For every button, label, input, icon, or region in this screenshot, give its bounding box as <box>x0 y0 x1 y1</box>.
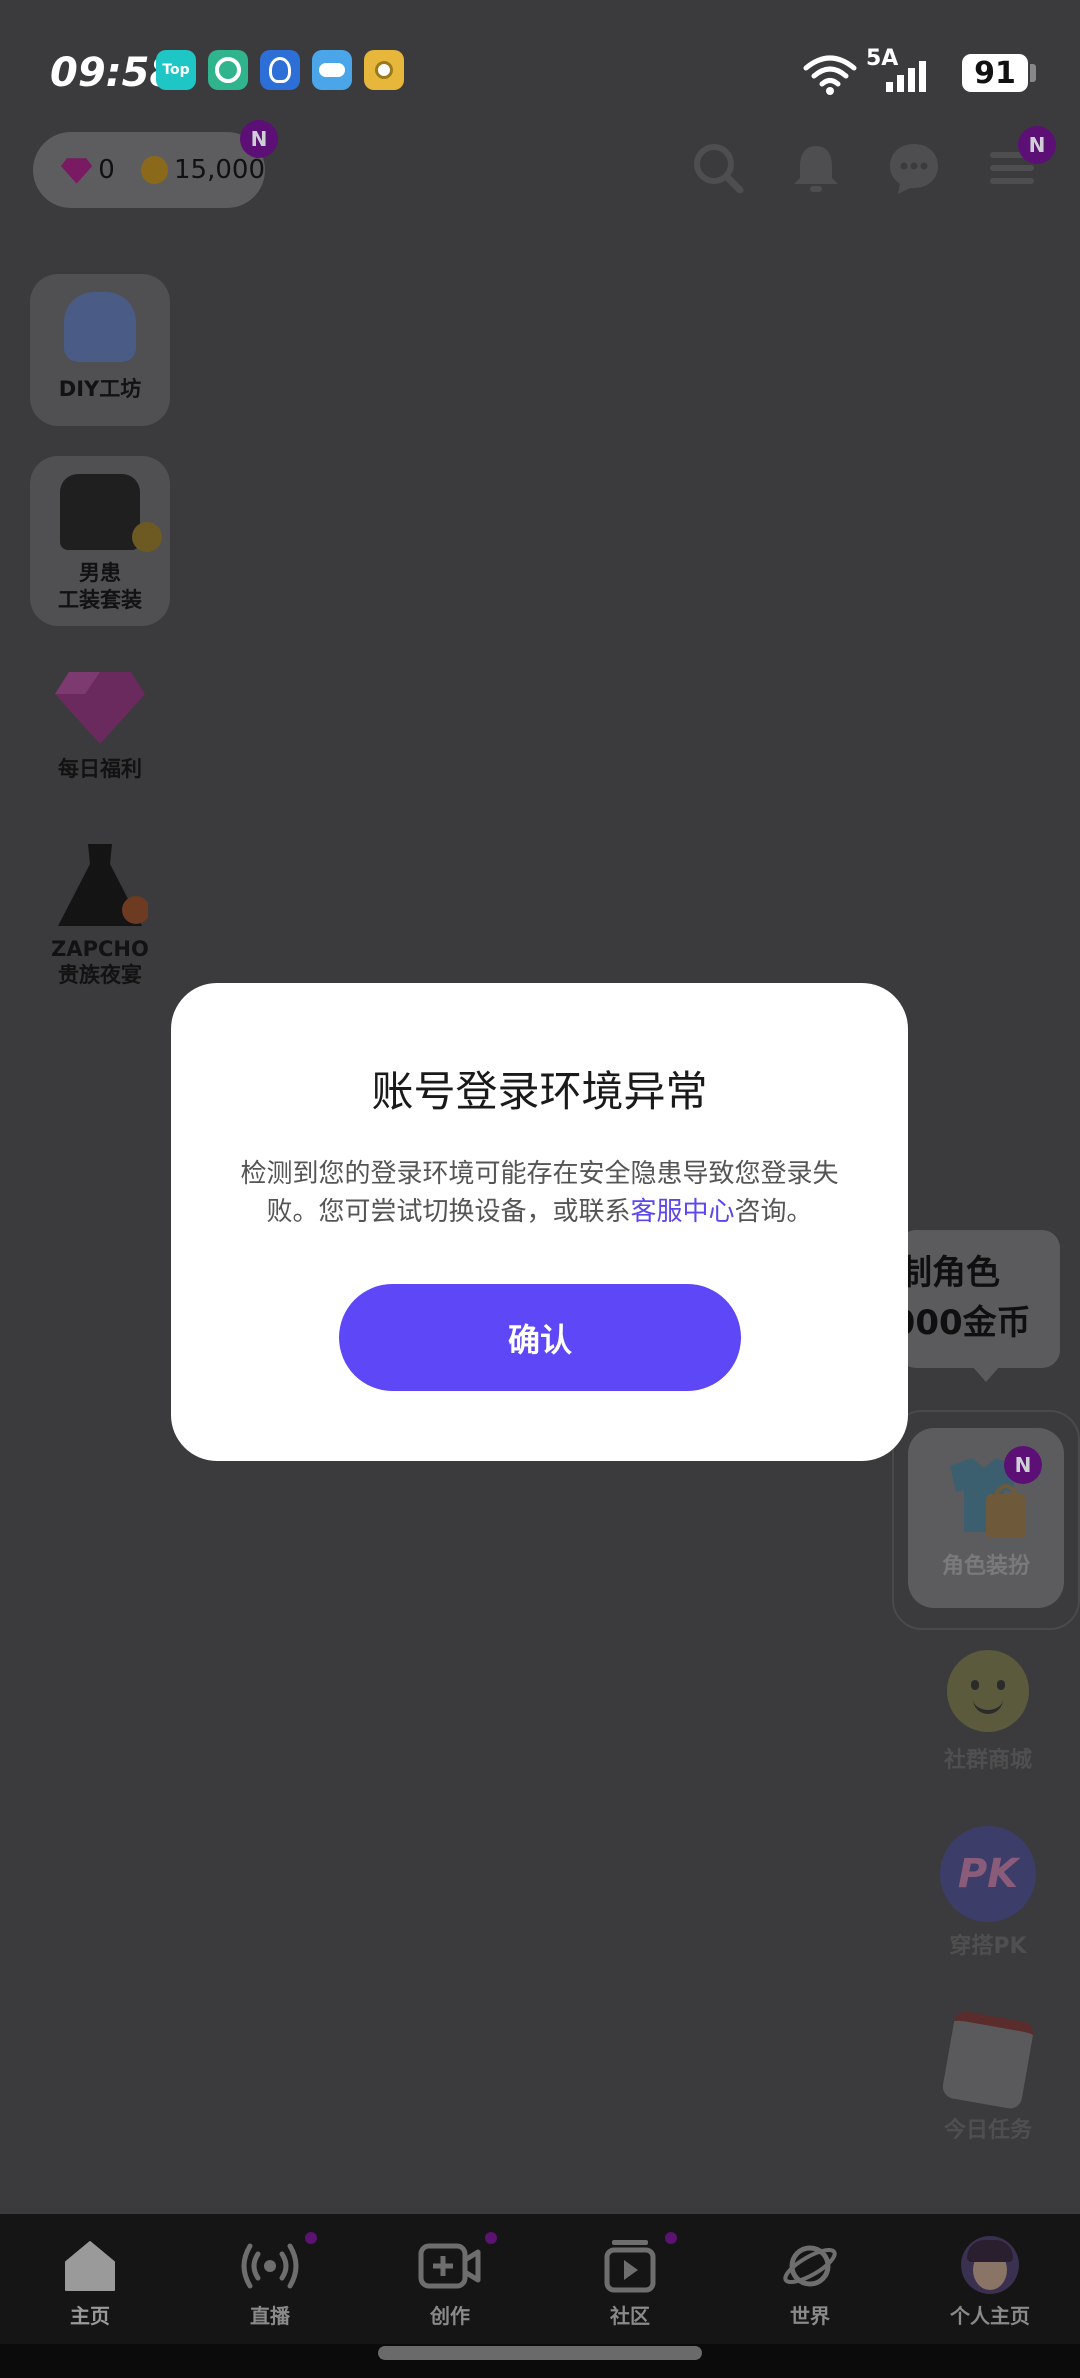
diy-figure-icon <box>64 292 136 362</box>
outfit-pk-label: 穿搭PK <box>949 1934 1027 1959</box>
chat-icon[interactable] <box>886 140 942 196</box>
battery-tip <box>1030 64 1036 82</box>
outfit-pk-button[interactable]: PK 穿搭PK <box>918 1826 1058 1966</box>
gem-icon <box>55 672 145 744</box>
tile-label: 男患 工装套装 <box>58 561 142 612</box>
currency-new-badge: N <box>240 120 278 158</box>
nav-create-label: 创作 <box>430 2304 470 2328</box>
role-outfit-button[interactable]: 角色装扮 <box>908 1428 1064 1608</box>
weather-app-icon <box>312 50 352 90</box>
top-app-icon: Top <box>156 50 196 90</box>
nav-world-label: 世界 <box>790 2304 830 2328</box>
nav-live-dot <box>305 2232 317 2244</box>
home-indicator[interactable] <box>378 2346 702 2360</box>
customer-service-link[interactable]: 客服中心 <box>630 1197 734 1227</box>
bulb-app-icon <box>260 50 300 90</box>
smiley-icon <box>947 1650 1029 1732</box>
bottom-navigation: 主页 直播 创作 社区 世界 个人主页 <box>0 2214 1080 2344</box>
role-outfit-label: 角色装扮 <box>941 1554 1030 1579</box>
diy-workshop-tile[interactable]: DIY工坊 <box>30 274 170 426</box>
daily-benefits-tile[interactable]: 每日福利 <box>30 652 170 802</box>
nav-community-dot <box>665 2232 677 2244</box>
nav-profile[interactable]: 个人主页 <box>900 2214 1080 2344</box>
broadcast-icon <box>241 2243 299 2289</box>
nav-community[interactable]: 社区 <box>540 2214 720 2344</box>
community-mall-button[interactable]: 社群商城 <box>918 1650 1058 1780</box>
tile-label: DIY工坊 <box>58 377 142 401</box>
home-icon <box>65 2241 115 2291</box>
nav-create-dot <box>485 2232 497 2244</box>
dress-icon <box>58 844 148 926</box>
login-error-dialog: 账号登录环境异常 检测到您的登录环境可能存在安全隐患导致您登录失败。您可尝试切换… <box>171 983 908 1461</box>
wifi-icon <box>803 55 857 95</box>
confirm-button[interactable]: 确认 <box>339 1284 741 1391</box>
nav-live-label: 直播 <box>250 2304 290 2328</box>
signal-icon <box>886 61 926 92</box>
daily-tasks-button[interactable]: 今日任务 <box>918 2009 1058 2156</box>
dialog-message: 检测到您的登录环境可能存在安全隐患导致您登录失败。您可尝试切换设备，或联系客服中… <box>216 1155 863 1231</box>
bell-icon[interactable] <box>788 140 844 196</box>
lens-app-icon <box>208 50 248 90</box>
dialog-title: 账号登录环境异常 <box>371 1067 708 1116</box>
menu-new-badge: N <box>1018 126 1056 164</box>
tooltip-line-2: 3000金币 <box>898 1303 1031 1343</box>
community-icon <box>604 2240 656 2293</box>
diamond-count: 0 <box>98 155 115 185</box>
calendar-icon <box>940 2009 1036 2111</box>
nav-home-label: 主页 <box>70 2304 110 2328</box>
nav-profile-label: 个人主页 <box>950 2304 1030 2328</box>
planet-icon <box>783 2245 837 2287</box>
nav-world[interactable]: 世界 <box>720 2214 900 2344</box>
customize-role-tooltip: 定制角色 3000金币 <box>898 1230 1060 1368</box>
nav-live[interactable]: 直播 <box>180 2214 360 2344</box>
battery-indicator: 91 <box>962 54 1028 92</box>
yellow-app-icon <box>364 50 404 90</box>
outfit-new-badge: N <box>1004 1446 1042 1484</box>
nav-create[interactable]: 创作 <box>360 2214 540 2344</box>
diamond-icon <box>61 158 93 184</box>
coin-badge-icon <box>132 522 162 552</box>
currency-balance[interactable]: 0 15,000 <box>33 132 265 208</box>
noble-banquet-tile[interactable]: ZAPCHO 贵族夜宴 <box>30 836 170 1006</box>
male-workwear-tile[interactable]: 男患 工装套装 <box>30 456 170 626</box>
pk-icon: PK <box>940 1826 1036 1922</box>
community-mall-label: 社群商城 <box>943 1748 1032 1773</box>
tooltip-line-1: 定制角色 <box>898 1253 1000 1293</box>
tile-label: ZAPCHO 贵族夜宴 <box>51 937 149 987</box>
video-add-icon <box>418 2243 481 2289</box>
shirt-icon <box>60 474 162 552</box>
coin-icon <box>140 156 169 184</box>
daily-tasks-label: 今日任务 <box>943 2118 1032 2143</box>
coin-count: 15,000 <box>174 155 265 185</box>
nav-home[interactable]: 主页 <box>0 2214 180 2344</box>
nav-community-label: 社区 <box>610 2304 650 2328</box>
search-icon[interactable] <box>690 140 746 196</box>
tile-label: 每日福利 <box>58 757 142 781</box>
dialog-message-suffix: 咨询。 <box>734 1197 813 1227</box>
tooltip-arrow <box>972 1366 1000 1382</box>
avatar <box>961 2236 1019 2294</box>
